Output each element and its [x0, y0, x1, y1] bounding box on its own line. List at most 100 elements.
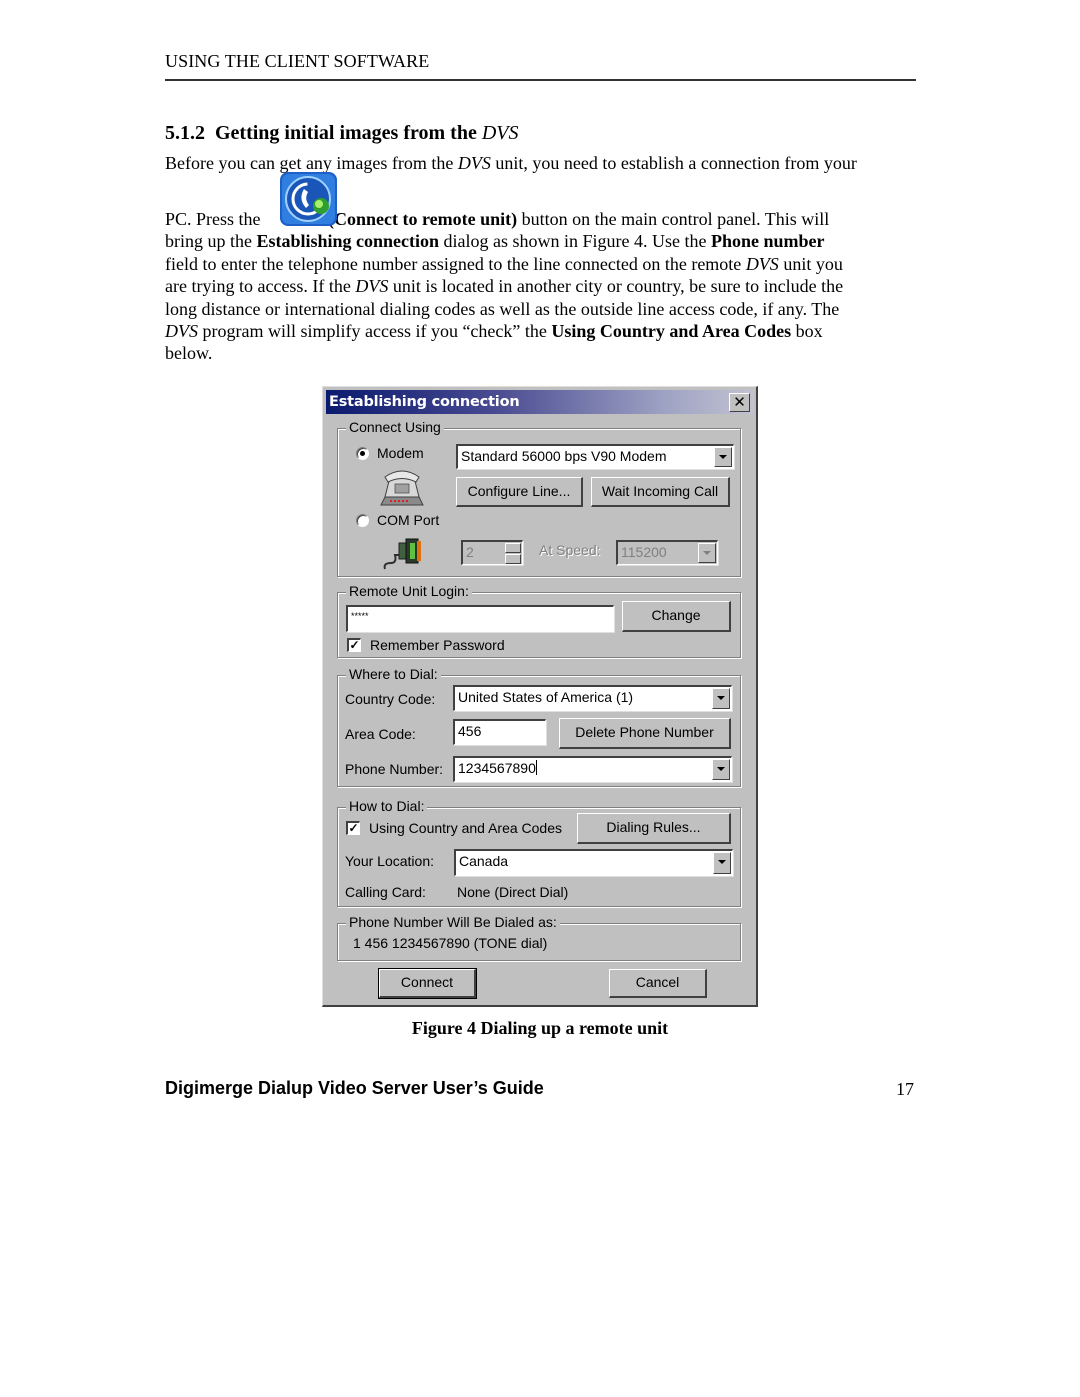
delete-phone-number-button[interactable]: Delete Phone Number [559, 718, 731, 749]
wait-incoming-call-label: Wait Incoming Call [601, 483, 719, 499]
paragraph-body: PC. Press the (Connect to remote unit) b… [165, 172, 917, 365]
telephone-icon [379, 467, 425, 509]
country-code-value: United States of America (1) [458, 689, 634, 705]
remember-password-label[interactable]: Remember Password [370, 637, 505, 653]
phone-number-label: Phone Number: [345, 761, 444, 777]
text: Before you can get any images from the [165, 153, 458, 173]
configure-line-label: Configure Line... [467, 483, 571, 499]
connect-label: Connect [400, 974, 454, 990]
speed-select[interactable]: 115200 [616, 540, 718, 565]
spinner-arrows[interactable] [505, 543, 521, 564]
text-dvs: DVS [745, 253, 779, 274]
com-port-value: 2 [466, 544, 474, 560]
text: button on the main control panel. This w… [517, 209, 830, 229]
use-country-area-codes-checkbox[interactable]: ✓ [346, 821, 360, 835]
section-title-text: Getting initial images from the [215, 122, 482, 144]
close-button[interactable]: ✕ [729, 393, 750, 412]
change-label: Change [651, 607, 701, 623]
group-label: How to Dial: [346, 798, 428, 814]
chevron-down-icon[interactable] [712, 688, 730, 709]
area-code-value: 456 [458, 723, 482, 739]
remember-password-checkbox[interactable]: ✓ [347, 638, 361, 652]
page-number: 17 [896, 1079, 914, 1099]
chevron-down-icon[interactable] [713, 852, 731, 874]
dialing-rules-button[interactable]: Dialing Rules... [577, 813, 731, 844]
dialog-title: Establishing connection [329, 394, 520, 410]
dialog-titlebar[interactable]: Establishing connection ✕ [326, 390, 754, 414]
dialing-rules-label: Dialing Rules... [606, 819, 701, 835]
section-number: 5.1.2 [165, 122, 205, 144]
paragraph-line-1: Before you can get any images from the D… [165, 152, 917, 174]
location-value: Canada [459, 853, 509, 869]
group-label: Connect Using [346, 419, 444, 435]
text-dvs: DVS [165, 321, 198, 342]
figure-caption: Figure 4 Dialing up a remote unit [411, 1018, 669, 1038]
modem-radio[interactable] [356, 447, 369, 460]
text: field to enter the telephone number assi… [165, 253, 746, 274]
location-select[interactable]: Canada [454, 849, 733, 876]
footer-title: Digimerge Dialup Video Server User’s Gui… [165, 1078, 544, 1098]
com-port-spinner[interactable]: 2 [461, 540, 523, 565]
modem-select-value: Standard 56000 bps V90 Modem [461, 448, 667, 464]
speed-value: 115200 [621, 544, 667, 560]
calling-card-value: None (Direct Dial) [457, 884, 569, 900]
text: dialog as shown in Figure 4. Use the [439, 231, 712, 252]
at-speed-label: At Speed: [539, 542, 601, 558]
text: unit you [778, 253, 843, 274]
text: program will simplify access if you “che… [198, 321, 552, 342]
delete-phone-number-label: Delete Phone Number [575, 724, 714, 740]
calling-card-label: Calling Card: [345, 884, 426, 900]
area-code-field[interactable]: 456 [453, 719, 546, 745]
change-button[interactable]: Change [622, 601, 731, 632]
use-country-area-codes-label[interactable]: Using Country and Area Codes [369, 820, 562, 836]
configure-line-button[interactable]: Configure Line... [456, 477, 583, 507]
text-dvs: DVS [457, 153, 491, 173]
connect-to-remote-unit-icon [280, 172, 337, 226]
cancel-button[interactable]: Cancel [609, 969, 707, 998]
text-cursor [535, 760, 537, 775]
section-heading: 5.1.2 Getting initial images from the DVS [165, 122, 519, 145]
paragraph-line-8: below. [165, 343, 213, 364]
text: unit is located in another city or count… [388, 276, 844, 297]
your-location-label: Your Location: [345, 853, 434, 869]
paragraph-line-3: bring up the Establishing connection dia… [165, 230, 917, 252]
text: unit, you need to establish a connection… [490, 153, 857, 173]
chevron-down-icon[interactable] [712, 759, 730, 780]
com-port-radio[interactable] [356, 514, 369, 527]
serial-cable-icon [381, 535, 425, 571]
text-bold: Using Country and Area Codes [551, 321, 792, 342]
text-bold: Phone number [711, 231, 825, 252]
dialed-as-value: 1 456 1234567890 (TONE dial) [353, 935, 548, 951]
country-code-label: Country Code: [345, 691, 436, 707]
phone-number-combobox[interactable]: 1234567890 [453, 756, 732, 782]
modem-select[interactable]: Standard 56000 bps V90 Modem [456, 444, 734, 469]
running-head: USING THE CLIENT SOFTWARE [165, 51, 430, 71]
password-value: ***** [351, 611, 369, 621]
wait-incoming-call-button[interactable]: Wait Incoming Call [591, 477, 730, 507]
cancel-label: Cancel [635, 974, 680, 990]
text: box [791, 321, 823, 342]
connect-button[interactable]: Connect [378, 968, 477, 999]
text: bring up the [165, 231, 257, 252]
text: PC. Press the [165, 209, 266, 229]
establishing-connection-dialog: Establishing connection ✕ Connect Using … [322, 386, 758, 1007]
section-title-dvs: DVS [481, 122, 519, 144]
chevron-down-icon[interactable] [698, 543, 716, 563]
close-icon: ✕ [733, 393, 746, 411]
password-field[interactable]: ***** [346, 605, 614, 632]
chevron-down-icon[interactable] [714, 447, 732, 467]
text-dvs: DVS [355, 276, 389, 297]
group-label: Phone Number Will Be Dialed as: [346, 914, 560, 930]
text-bold: Establishing connection [256, 231, 440, 252]
com-port-label[interactable]: COM Port [377, 512, 439, 528]
header-rule [165, 79, 916, 81]
text-bold: (Connect to remote unit) [328, 209, 518, 229]
phone-number-value: 1234567890 [458, 760, 536, 776]
modem-label[interactable]: Modem [377, 445, 424, 461]
paragraph-line-7: DVS program will simplify access if you … [165, 320, 917, 342]
group-label: Remote Unit Login: [346, 583, 472, 599]
paragraph-line-6: long distance or international dialing c… [165, 298, 840, 319]
group-label: Where to Dial: [346, 666, 441, 682]
country-code-select[interactable]: United States of America (1) [453, 685, 732, 711]
paragraph-line-4: field to enter the telephone number assi… [165, 253, 917, 275]
